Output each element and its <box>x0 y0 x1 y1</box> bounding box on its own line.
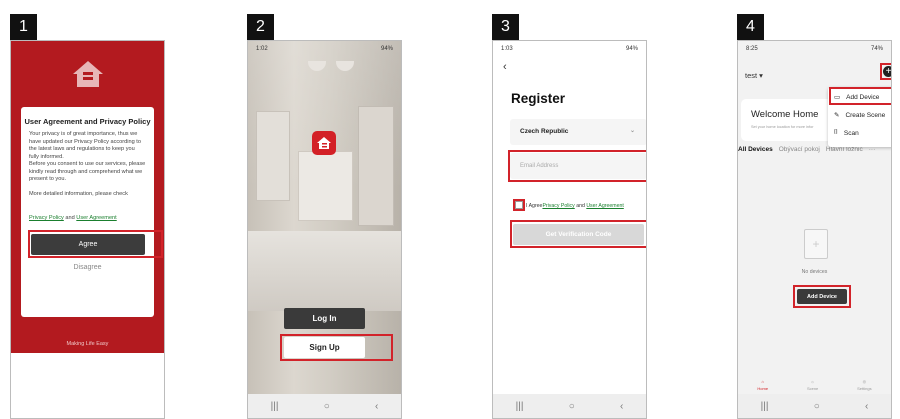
tab-label: Scene <box>806 386 819 391</box>
tab-label: Settings <box>857 386 872 391</box>
home-circle-icon[interactable]: ○ <box>814 401 820 412</box>
tab-room[interactable]: Hlavní ložnic <box>826 146 863 153</box>
menu-item-scan[interactable]: ⌷ Scan <box>834 129 859 137</box>
privacy-policy-link[interactable]: Privacy Policy <box>29 215 64 221</box>
back-arrow-icon[interactable]: ‹ <box>375 401 378 412</box>
home-circle-icon[interactable]: ○ <box>324 401 330 412</box>
disagree-button[interactable]: Disagree <box>21 264 154 271</box>
body-line: Your privacy is of great importance, thu… <box>29 131 138 137</box>
user-agreement-link[interactable]: User Agreement <box>76 215 116 221</box>
phone-screen-welcome: 1:02 94% Log In Sign Up ||| ○ ‹ <box>247 40 402 419</box>
no-devices-text: No devices <box>801 269 828 275</box>
status-bar: 8:25 74% <box>738 41 891 57</box>
tab-room[interactable]: Obývací pokoj <box>779 146 820 153</box>
scan-icon: ⌷ <box>834 129 838 136</box>
highlight-box <box>793 285 851 308</box>
edit-icon: ✎ <box>834 112 840 119</box>
body-line: Before you consent to use our services, … <box>29 161 146 167</box>
highlight-box <box>280 334 393 361</box>
kitchen-background <box>248 41 401 418</box>
background-cabinet <box>256 111 290 201</box>
system-nav-bar: ||| ○ ‹ <box>738 394 891 418</box>
home-icon: ⌂ <box>761 379 764 384</box>
battery-level: 74% <box>870 46 883 52</box>
background-cabinet <box>298 151 353 221</box>
highlight-box <box>829 87 891 105</box>
and-text: and <box>576 203 585 209</box>
body-line: have updated our Privacy Policy accordin… <box>29 138 141 145</box>
status-time: 1:02 <box>256 46 268 52</box>
empty-device-icon: + <box>804 229 828 259</box>
highlight-box <box>508 150 646 182</box>
recent-apps-icon[interactable]: ||| <box>271 401 279 412</box>
kitchen-counter <box>248 231 401 311</box>
step-badge-1: 1 <box>10 14 37 40</box>
home-circle-icon[interactable]: ○ <box>569 401 575 412</box>
menu-item-create-scene[interactable]: ✎ Create Scene <box>834 111 886 120</box>
highlight-box <box>28 230 163 258</box>
battery-level: 94% <box>380 46 393 52</box>
recent-apps-icon[interactable]: ||| <box>761 401 769 412</box>
phone-screen-register: 1:03 94% ‹ Register Czech Republic ⌄ Ema… <box>492 40 647 419</box>
tab-all-devices[interactable]: All Devices <box>738 146 773 153</box>
status-time: 1:03 <box>501 46 513 52</box>
highlight-box <box>880 63 891 80</box>
step-badge-4: 4 <box>737 14 764 40</box>
more-icon[interactable]: ··· <box>869 146 876 153</box>
menu-label: Create Scene <box>845 111 886 119</box>
battery-level: 94% <box>625 46 638 52</box>
system-nav-bar: ||| ○ ‹ <box>248 394 401 418</box>
app-logo-icon <box>312 131 336 155</box>
home-selector[interactable]: test ▾ <box>745 71 763 80</box>
room-tabs: All Devices Obývací pokoj Hlavní ložnic … <box>738 146 891 153</box>
privacy-policy-link[interactable]: Privacy Policy <box>542 203 574 209</box>
privacy-dialog: User Agreement and Privacy Policy Your p… <box>21 107 154 317</box>
agree-text: I AgreePrivacy Policy and User Agreement <box>526 203 624 209</box>
agree-prefix: I Agree <box>526 203 543 209</box>
body-line: the latest laws and regulations to keep … <box>29 146 135 152</box>
background-cabinet <box>358 106 394 226</box>
and-text: and <box>65 215 75 221</box>
tagline: Making Life Easy <box>66 341 109 347</box>
more-info-text: More detailed information, please check <box>29 190 128 197</box>
body-line: fully informed. <box>29 153 64 160</box>
recent-apps-icon[interactable]: ||| <box>516 401 524 412</box>
chevron-left-icon[interactable]: ‹ <box>503 61 507 73</box>
phone-screen-privacy: User Agreement and Privacy Policy Your p… <box>10 40 165 419</box>
country-select[interactable]: Czech Republic ⌄ <box>510 119 646 145</box>
menu-label: Scan <box>843 129 859 137</box>
chevron-down-icon: ⌄ <box>629 128 635 134</box>
system-nav-bar: ||| ○ ‹ <box>493 394 646 418</box>
body-line: kindly read through and comprehend what … <box>29 168 143 175</box>
step-badge-3: 3 <box>492 14 519 40</box>
welcome-subtitle: Set your home location for more infor <box>751 125 814 129</box>
user-agreement-link[interactable]: User Agreement <box>586 203 623 209</box>
body-line: present to you. <box>29 176 67 182</box>
step-badge-2: 2 <box>247 14 274 40</box>
page-title: Register <box>511 91 566 106</box>
highlight-box <box>513 199 525 211</box>
user-icon: ◎ <box>862 379 867 384</box>
login-button[interactable]: Log In <box>284 308 365 329</box>
house-logo-icon <box>73 61 103 87</box>
phone-screen-home: 8:25 74% test ▾ + Welcome Home Set your … <box>737 40 892 419</box>
dialog-body: Your privacy is of great importance, thu… <box>29 131 148 198</box>
status-bar: 1:03 94% <box>493 41 646 57</box>
status-time: 8:25 <box>746 46 758 52</box>
back-arrow-icon[interactable]: ‹ <box>620 401 623 412</box>
welcome-title: Welcome Home <box>751 109 819 120</box>
dialog-title: User Agreement and Privacy Policy <box>24 117 151 126</box>
highlight-box <box>510 220 646 248</box>
status-bar: 1:02 94% <box>248 41 401 57</box>
back-arrow-icon[interactable]: ‹ <box>865 401 868 412</box>
country-value: Czech Republic <box>520 128 569 135</box>
policy-links: Privacy Policy and User Agreement <box>29 215 117 221</box>
sun-icon: ☼ <box>810 379 815 384</box>
tab-label: Home <box>757 386 769 391</box>
